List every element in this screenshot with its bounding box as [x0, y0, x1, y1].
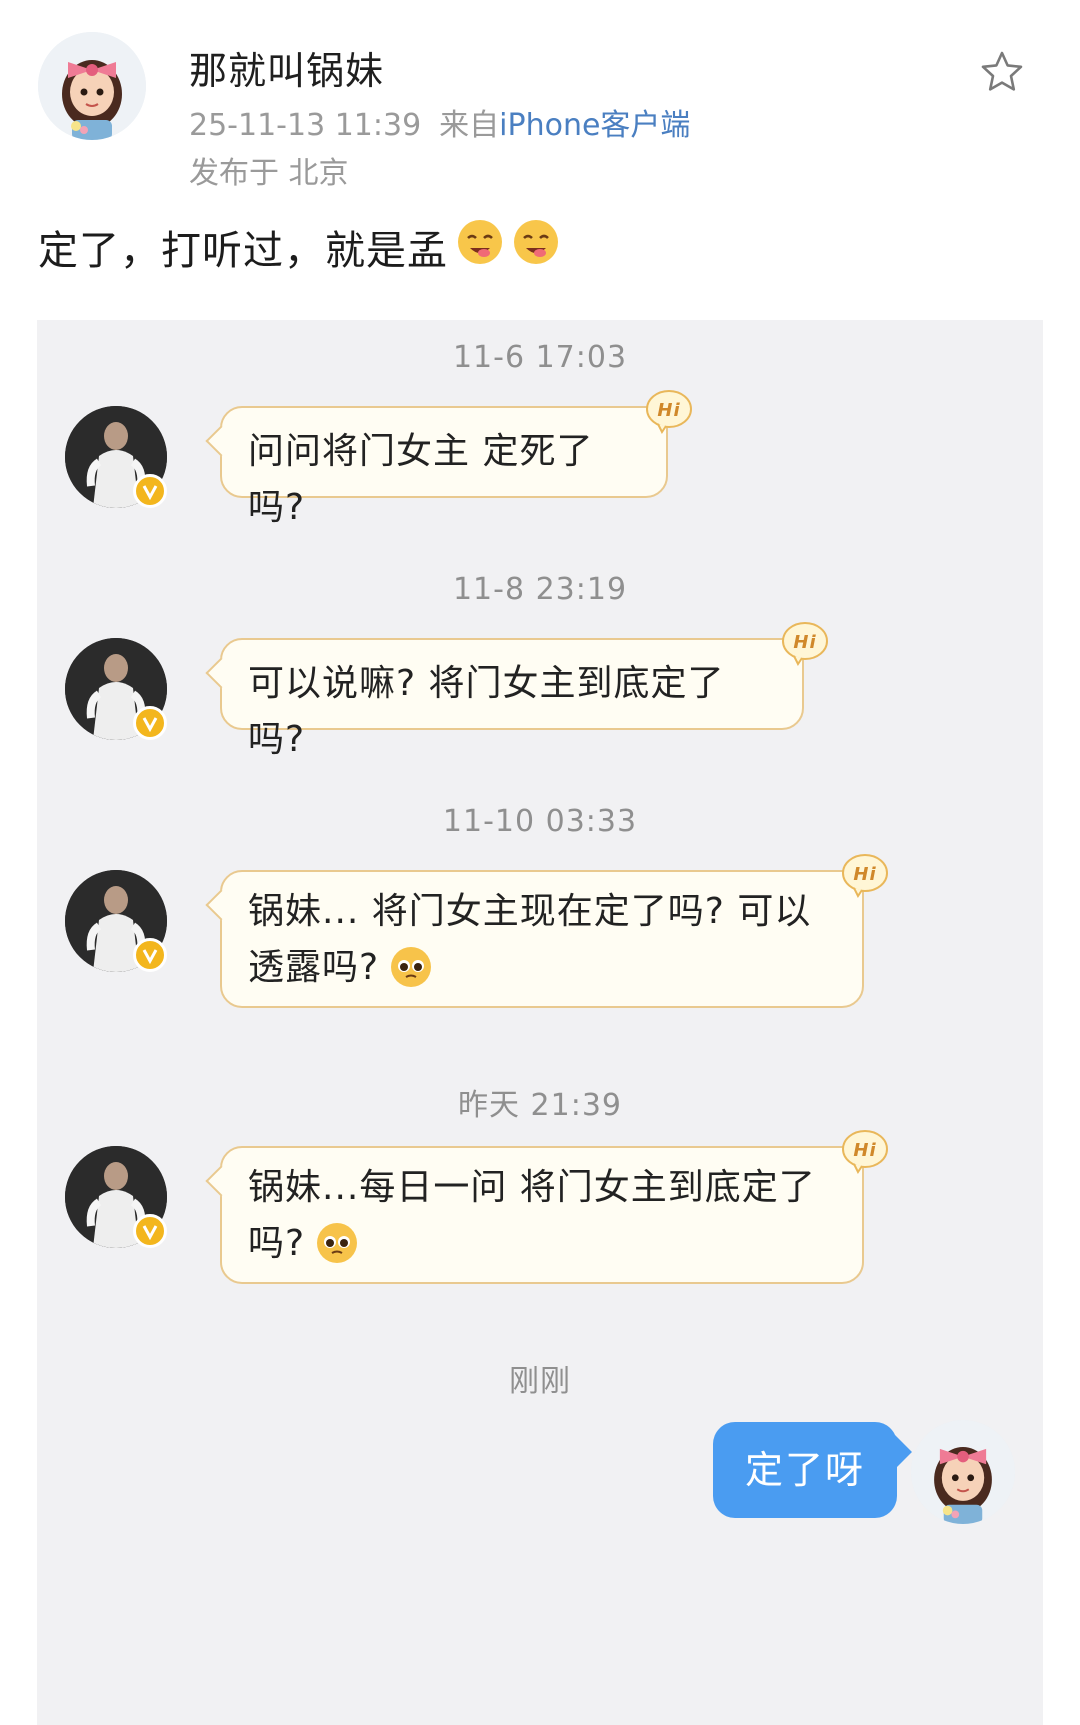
source-prefix: 来自: [439, 108, 500, 143]
verified-badge-icon: [133, 474, 167, 508]
chat-timestamp: 昨天 21:39: [458, 1088, 622, 1123]
chat-message: 锅妹... 将门女主现在定了吗? 可以透露吗? Hi: [65, 854, 1015, 1010]
chat-screenshot[interactable]: 11-6 17:03 问问将门女主 定死了吗? Hi 11-8 23:19 可以…: [37, 320, 1043, 1725]
hi-badge-icon: Hi: [840, 852, 890, 898]
hi-badge-icon: Hi: [644, 388, 694, 434]
svg-text:Hi: Hi: [853, 864, 876, 885]
reply-text: 定了呀: [744, 1448, 865, 1492]
my-avatar: [911, 1420, 1015, 1524]
author-avatar[interactable]: [38, 32, 146, 140]
chat-timestamp: 刚刚: [509, 1364, 571, 1399]
verified-badge-icon: [133, 706, 167, 740]
post-meta: 25-11-13 11:39 来自iPhone客户端: [189, 100, 690, 144]
pleading-face-emoji: [389, 945, 433, 1006]
source-client[interactable]: iPhone客户端: [499, 108, 690, 143]
reply-bubble[interactable]: 定了呀: [712, 1422, 912, 1518]
hi-badge-icon: Hi: [840, 1128, 890, 1174]
post-text-content: 定了，打听过，就是孟: [38, 228, 448, 274]
author-name[interactable]: 那就叫锅妹: [189, 40, 384, 95]
svg-text:Hi: Hi: [793, 632, 816, 653]
message-bubble[interactable]: 问问将门女主 定死了吗? Hi: [205, 390, 692, 528]
chat-message: 锅妹...每日一问 将门女主到底定了吗? Hi: [65, 1130, 1015, 1286]
chat-timestamp: 11-6 17:03: [452, 340, 628, 375]
message-bubble[interactable]: 可以说嘛? 将门女主到底定了吗? Hi: [205, 622, 828, 760]
pleading-face-emoji: [315, 1221, 359, 1282]
message-text: 锅妹... 将门女主现在定了吗? 可以透露吗?: [248, 891, 812, 988]
star-icon[interactable]: [978, 48, 1026, 96]
post-text: 定了，打听过，就是孟: [38, 218, 560, 276]
message-bubble[interactable]: 锅妹... 将门女主现在定了吗? 可以透露吗? Hi: [205, 854, 888, 1008]
message-text: 问问将门女主 定死了吗?: [248, 431, 594, 528]
message-text: 可以说嘛? 将门女主到底定了吗?: [248, 663, 725, 760]
post-header: 那就叫锅妹 25-11-13 11:39 来自iPhone客户端 发布于 北京: [38, 30, 1048, 200]
hi-badge-icon: Hi: [780, 620, 830, 666]
verified-badge-icon: [133, 938, 167, 972]
yummy-face-emoji: [456, 218, 504, 276]
post-location: 发布于 北京: [189, 156, 349, 191]
verified-badge-icon: [133, 1214, 167, 1248]
svg-text:Hi: Hi: [853, 1140, 876, 1161]
chat-timestamp: 11-8 23:19: [452, 572, 628, 607]
chat-message: 可以说嘛? 将门女主到底定了吗? Hi: [65, 622, 1015, 760]
chat-timestamp: 11-10 03:33: [442, 804, 638, 839]
post-timestamp: 25-11-13 11:39: [189, 108, 422, 143]
chat-message: 问问将门女主 定死了吗? Hi: [65, 390, 1015, 528]
reply-message: 定了呀: [615, 1420, 1015, 1524]
svg-text:Hi: Hi: [657, 400, 680, 421]
yummy-face-emoji: [512, 218, 560, 276]
message-bubble[interactable]: 锅妹...每日一问 将门女主到底定了吗? Hi: [205, 1130, 888, 1284]
